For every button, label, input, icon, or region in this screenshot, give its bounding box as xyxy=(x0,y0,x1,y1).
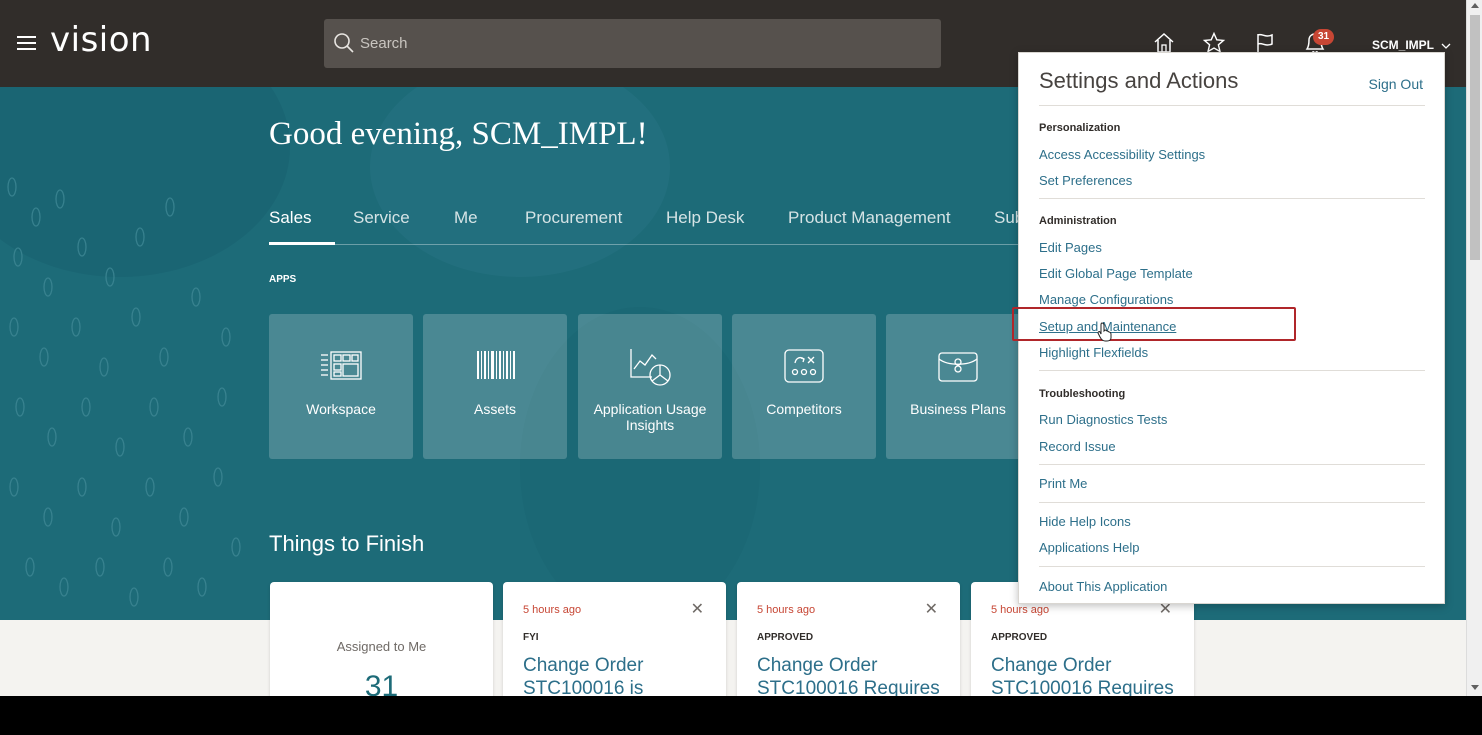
divider xyxy=(1039,502,1425,503)
menu-item-access-accessibility-settings[interactable]: Access Accessibility Settings xyxy=(1039,147,1205,162)
app-tile-workspace[interactable]: Workspace xyxy=(269,314,413,459)
menu-title: Settings and Actions xyxy=(1039,68,1239,93)
things-to-finish-heading: Things to Finish xyxy=(269,531,425,556)
notification-card[interactable]: 5 hours ago ✕ APPROVED Change Order STC1… xyxy=(737,582,960,696)
notification-title[interactable]: Change Order STC100016 Requires xyxy=(757,654,947,696)
app-tile-label: Business Plans xyxy=(910,401,1006,417)
menu-item-set-preferences[interactable]: Set Preferences xyxy=(1039,173,1132,188)
menu-item-about-this-application[interactable]: About This Application xyxy=(1039,579,1167,594)
tab-product-management[interactable]: Product Management xyxy=(788,208,951,228)
app-tile-business-plans[interactable]: Business Plans xyxy=(886,314,1030,459)
notification-time: 5 hours ago xyxy=(991,604,1050,616)
tab-sub[interactable]: Sub xyxy=(994,208,1019,228)
menu-item-record-issue[interactable]: Record Issue xyxy=(1039,439,1116,454)
divider xyxy=(1039,370,1425,371)
usage-insights-icon xyxy=(630,349,671,386)
user-menu-button[interactable]: SCM_IMPL xyxy=(1372,38,1451,52)
divider xyxy=(1039,566,1425,567)
tab-me[interactable]: Me xyxy=(454,208,478,228)
notification-count-badge: 31 xyxy=(1313,29,1334,45)
menu-item-hide-help-icons[interactable]: Hide Help Icons xyxy=(1039,514,1131,529)
scroll-up-arrow-icon[interactable] xyxy=(1471,3,1479,8)
close-icon[interactable]: ✕ xyxy=(925,599,938,619)
tabs-divider xyxy=(269,244,1019,245)
troubleshooting-heading: Troubleshooting xyxy=(1039,388,1126,400)
app-page: vision 31 SCM_IMPL xyxy=(0,0,1466,696)
menu-item-manage-configurations[interactable]: Manage Configurations xyxy=(1039,292,1173,307)
search-box[interactable] xyxy=(324,19,941,68)
bottom-letterbox xyxy=(0,696,1482,735)
divider xyxy=(1039,105,1425,106)
tab-help-desk[interactable]: Help Desk xyxy=(666,208,744,228)
notification-card[interactable]: 5 hours ago ✕ FYI Change Order STC100016… xyxy=(503,582,726,696)
menu-item-edit-pages[interactable]: Edit Pages xyxy=(1039,240,1102,255)
app-tile-label: Workspace xyxy=(306,401,376,417)
menu-item-highlight-flexfields[interactable]: Highlight Flexfields xyxy=(1039,345,1148,360)
navigator-menu-icon[interactable] xyxy=(17,36,36,51)
notification-status: APPROVED xyxy=(991,632,1048,643)
app-tile-label: Application Usage Insights xyxy=(593,401,707,433)
active-tab-indicator xyxy=(269,242,335,245)
administration-heading: Administration xyxy=(1039,215,1117,227)
menu-item-run-diagnostics-tests[interactable]: Run Diagnostics Tests xyxy=(1039,412,1167,427)
app-tile-label: Competitors xyxy=(766,401,842,417)
barcode-icon xyxy=(477,351,515,379)
app-tile-assets[interactable]: Assets xyxy=(423,314,567,459)
notification-time: 5 hours ago xyxy=(523,604,582,616)
springboard-tabs: Sales Service Me Procurement Help Desk P… xyxy=(269,208,1019,248)
sign-out-link[interactable]: Sign Out xyxy=(1369,76,1423,92)
settings-and-actions-menu: Settings and Actions Sign Out Personaliz… xyxy=(1018,52,1445,604)
scrollbar-thumb[interactable] xyxy=(1470,15,1480,260)
app-tile-competitors[interactable]: Competitors xyxy=(732,314,876,459)
personalization-heading: Personalization xyxy=(1039,122,1121,134)
notification-title[interactable]: Change Order STC100016 is xyxy=(523,654,713,696)
chevron-down-icon xyxy=(1441,43,1451,49)
tab-service[interactable]: Service xyxy=(353,208,410,228)
assigned-label: Assigned to Me xyxy=(336,639,427,654)
search-input[interactable] xyxy=(360,19,930,68)
notification-status: FYI xyxy=(523,632,539,643)
menu-item-edit-global-page-template[interactable]: Edit Global Page Template xyxy=(1039,266,1193,281)
notification-status: APPROVED xyxy=(757,632,814,643)
username-label: SCM_IMPL xyxy=(1372,38,1434,52)
menu-item-print-me[interactable]: Print Me xyxy=(1039,476,1087,491)
competitors-icon xyxy=(784,349,824,383)
notification-title[interactable]: Change Order STC100016 Requires xyxy=(991,654,1181,696)
assigned-count: 31 xyxy=(364,670,399,696)
tab-sales[interactable]: Sales xyxy=(269,208,312,228)
divider xyxy=(1039,464,1425,465)
app-logo[interactable]: vision xyxy=(50,20,152,60)
notification-time: 5 hours ago xyxy=(757,604,816,616)
apps-section-label: APPS xyxy=(269,274,297,285)
app-tile-application-usage-insights[interactable]: Application Usage Insights xyxy=(578,314,722,459)
workspace-icon xyxy=(321,351,362,380)
close-icon[interactable]: ✕ xyxy=(691,599,704,619)
assigned-to-me-card[interactable]: Assigned to Me 31 xyxy=(270,582,493,696)
briefcase-icon xyxy=(938,352,978,382)
greeting-heading: Good evening, SCM_IMPL! xyxy=(269,116,648,152)
scroll-down-arrow-icon[interactable] xyxy=(1471,685,1479,690)
search-icon xyxy=(334,33,354,53)
divider xyxy=(1039,198,1425,199)
vertical-scrollbar[interactable] xyxy=(1466,0,1482,696)
app-tile-label: Assets xyxy=(473,401,516,417)
tab-procurement[interactable]: Procurement xyxy=(525,208,622,228)
menu-item-applications-help[interactable]: Applications Help xyxy=(1039,540,1139,555)
hand-pointer-cursor-icon xyxy=(1097,322,1112,342)
